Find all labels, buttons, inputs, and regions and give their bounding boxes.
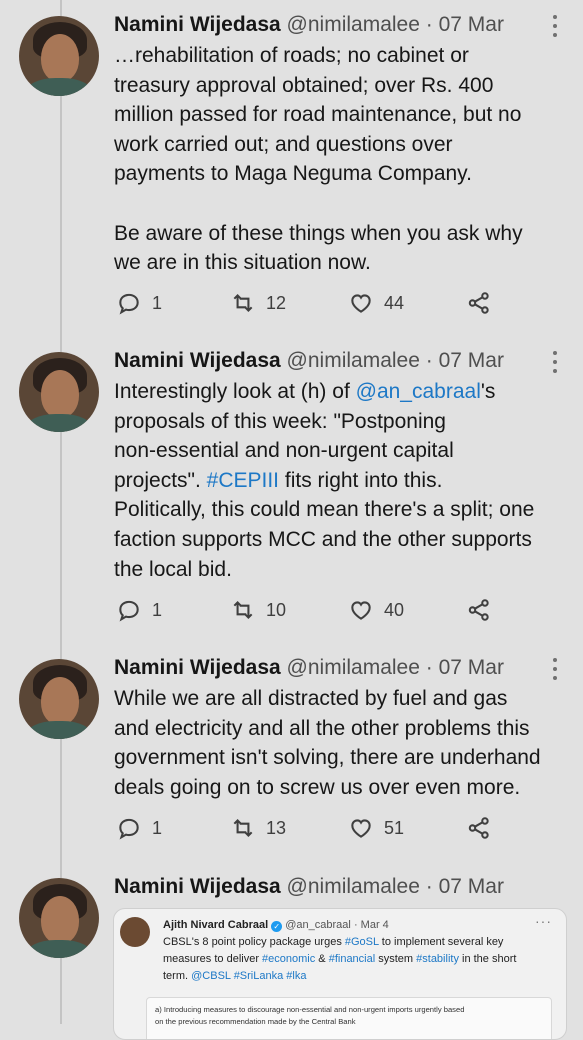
more-icon[interactable] [552, 351, 558, 373]
avatar[interactable] [19, 352, 99, 432]
share-icon [468, 292, 489, 314]
quoted-text: CBSL's 8 point policy package urges #GoS… [163, 934, 555, 984]
author-name[interactable]: Namini Wijedasa [114, 875, 281, 898]
author-handle[interactable]: @nimilamalee [287, 656, 420, 679]
more-icon[interactable] [552, 15, 558, 37]
author-handle[interactable]: @nimilamalee [287, 13, 420, 36]
author-name[interactable]: Namini Wijedasa [114, 349, 281, 372]
quoted-more-icon[interactable]: ··· [535, 913, 552, 929]
retweet-button[interactable]: 12 [230, 290, 286, 316]
inline-link[interactable]: #SriLanka [234, 970, 284, 982]
retweet-button[interactable]: 10 [230, 597, 286, 623]
retweet-icon [233, 293, 253, 313]
inline-link[interactable]: @CBSL [191, 970, 231, 982]
tweet-date[interactable]: 07 Mar [439, 13, 504, 36]
thread-connector-line [60, 0, 62, 1024]
tweet-date[interactable]: 07 Mar [439, 875, 504, 898]
quoted-image[interactable]: a) Introducing measures to discourage no… [146, 997, 552, 1039]
tweet-actions: 1 10 40 [116, 597, 496, 627]
tweet-text: Interestingly look at (h) of @an_cabraal… [114, 377, 574, 584]
author-name[interactable]: Namini Wijedasa [114, 13, 281, 36]
retweet-count: 10 [266, 599, 287, 620]
tweet-header: Namini Wijedasa @nimilamalee · 07 Mar [114, 349, 504, 372]
retweet-count: 12 [266, 292, 287, 313]
like-count: 51 [384, 817, 405, 838]
tweet-text: …rehabilitation of roads; no cabinet or … [114, 41, 574, 278]
like-button[interactable]: 51 [348, 815, 404, 841]
reply-button[interactable]: 1 [116, 815, 162, 841]
share-button[interactable] [466, 815, 492, 841]
like-count: 40 [384, 599, 405, 620]
reply-icon [119, 600, 139, 622]
retweet-icon [233, 600, 253, 620]
tweet-date[interactable]: 07 Mar [439, 656, 504, 679]
text-segment: & [315, 952, 329, 965]
share-button[interactable] [466, 597, 492, 623]
inline-link[interactable]: #economic [262, 953, 315, 965]
tweet-actions: 1 12 44 [116, 290, 496, 320]
quoted-author-name[interactable]: Ajith Nivard Cabraal [163, 919, 268, 931]
quoted-tweet[interactable]: Ajith Nivard Cabraal ✓ @an_cabraal · Mar… [113, 908, 567, 1040]
text-segment: Interestingly look at (h) of [114, 380, 356, 403]
retweet-count: 13 [266, 817, 287, 838]
reply-count: 1 [152, 599, 163, 620]
quoted-date[interactable]: Mar 4 [361, 919, 389, 931]
like-button[interactable]: 40 [348, 597, 404, 623]
tweet-header: Namini Wijedasa @nimilamalee · 07 Mar [114, 656, 504, 679]
author-handle[interactable]: @nimilamalee [287, 349, 420, 372]
reply-button[interactable]: 1 [116, 597, 162, 623]
text-segment: system [375, 952, 417, 965]
avatar[interactable] [19, 659, 99, 739]
reply-count: 1 [152, 817, 163, 838]
quoted-avatar[interactable] [120, 917, 150, 947]
verified-icon: ✓ [271, 921, 283, 932]
like-icon [351, 601, 371, 620]
text-segment: CBSL's 8 point policy package urges [163, 936, 345, 948]
inline-link[interactable]: #stability [416, 953, 459, 965]
more-icon[interactable] [552, 658, 558, 680]
retweet-button[interactable]: 13 [230, 815, 286, 841]
author-name[interactable]: Namini Wijedasa [114, 656, 281, 679]
avatar[interactable] [19, 878, 99, 958]
avatar[interactable] [19, 16, 99, 96]
reply-button[interactable]: 1 [116, 290, 162, 316]
quoted-image-text: a) Introducing measures to discourage no… [155, 1005, 465, 1026]
tweet-text: While we are all distracted by fuel and … [114, 684, 574, 802]
inline-link[interactable]: #CEPIII [207, 469, 279, 492]
reply-icon [119, 818, 139, 840]
like-icon [351, 294, 371, 313]
inline-link[interactable]: #financial [329, 953, 375, 965]
share-icon [468, 817, 489, 839]
retweet-icon [233, 818, 253, 838]
text-segment: …rehabilitation of roads; no cabinet or … [114, 44, 523, 275]
quoted-header: Ajith Nivard Cabraal ✓ @an_cabraal · Mar… [163, 919, 389, 932]
reply-count: 1 [152, 292, 163, 313]
inline-link[interactable]: @an_cabraal [356, 380, 481, 403]
like-icon [351, 819, 371, 838]
inline-link[interactable]: #GoSL [345, 936, 379, 948]
tweet-date[interactable]: 07 Mar [439, 349, 504, 372]
reply-icon [119, 293, 139, 315]
quoted-author-handle[interactable]: @an_cabraal [285, 919, 351, 931]
tweet-header: Namini Wijedasa @nimilamalee · 07 Mar [114, 875, 504, 898]
share-button[interactable] [466, 290, 492, 316]
inline-link[interactable]: #lka [286, 970, 306, 982]
like-button[interactable]: 44 [348, 290, 404, 316]
tweet-header: Namini Wijedasa @nimilamalee · 07 Mar [114, 13, 504, 36]
tweet-actions: 1 13 51 [116, 815, 496, 845]
share-icon [468, 599, 489, 621]
like-count: 44 [384, 292, 405, 313]
text-segment: While we are all distracted by fuel and … [114, 687, 541, 799]
author-handle[interactable]: @nimilamalee [287, 875, 420, 898]
